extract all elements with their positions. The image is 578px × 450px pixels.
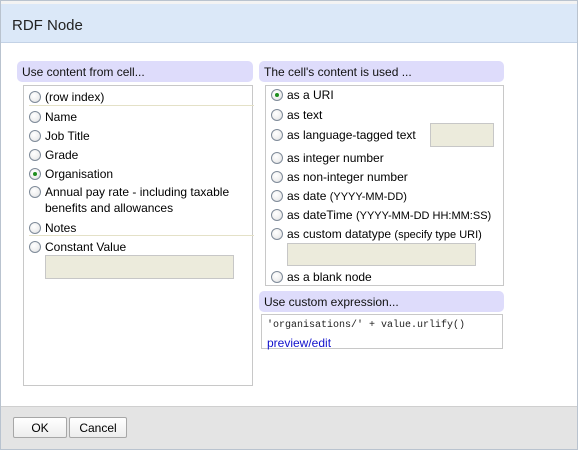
row-index-label: (row index) [45, 90, 105, 104]
constant-value-label: Constant Value [45, 240, 127, 254]
as-text-radio[interactable] [271, 109, 283, 121]
as-date-radio[interactable] [271, 190, 283, 202]
dialog-footer: OK Cancel [1, 406, 577, 449]
as-custom-datatype-radio[interactable] [271, 228, 283, 240]
organisation-radio[interactable] [29, 168, 41, 180]
as-blank-node-radio[interactable] [271, 271, 283, 283]
as-blank-node-label: as a blank node [287, 270, 372, 284]
right-panel-header: The cell's content is used ... [259, 61, 504, 82]
custom-datatype-input[interactable] [287, 243, 476, 266]
notes-radio[interactable] [29, 222, 41, 234]
as-uri-label: as a URI [287, 88, 334, 102]
as-datetime-radio[interactable] [271, 209, 283, 221]
as-date-hint: (YYYY-MM-DD) [329, 191, 407, 203]
expression-header: Use custom expression... [259, 291, 504, 312]
preview-edit-link[interactable]: preview/edit [267, 336, 331, 350]
as-non-integer-number-label: as non-integer number [287, 170, 408, 184]
ok-button[interactable]: OK [13, 417, 67, 438]
as-date-label: as date (YYYY-MM-DD) [287, 189, 407, 204]
as-custom-datatype-hint: (specify type URI) [394, 229, 482, 241]
as-custom-datatype-text: as custom datatype [287, 227, 392, 241]
annual-pay-rate-label: Annual pay rate - including taxable [45, 185, 230, 199]
right-panel-box: as a URI as text as language-tagged text… [265, 85, 504, 286]
as-date-text: as date [287, 189, 327, 203]
annual-pay-rate-radio[interactable] [29, 186, 41, 198]
dialog-title: RDF Node [12, 17, 83, 34]
job-title-radio[interactable] [29, 130, 41, 142]
grade-radio[interactable] [29, 149, 41, 161]
as-text-label: as text [287, 108, 323, 122]
dialog-titlebar[interactable]: RDF Node [1, 4, 577, 43]
language-tag-input[interactable] [430, 123, 494, 147]
expression-text: 'organisations/' + value.urlify() [267, 320, 466, 331]
as-integer-number-label: as integer number [287, 151, 384, 165]
divider [29, 105, 254, 106]
as-datetime-text: as dateTime [287, 208, 353, 222]
rdf-node-dialog: RDF Node Use content from cell... (row i… [0, 0, 578, 450]
constant-value-input[interactable] [45, 255, 234, 279]
name-label: Name [45, 110, 78, 124]
left-panel-header: Use content from cell... [17, 61, 253, 82]
divider [29, 235, 254, 236]
as-non-integer-number-radio[interactable] [271, 171, 283, 183]
grade-label: Grade [45, 148, 79, 162]
as-language-tagged-text-label: as language-tagged text [287, 128, 416, 142]
as-datetime-hint: (YYYY-MM-DD HH:MM:SS) [355, 210, 492, 222]
cancel-button[interactable]: Cancel [69, 417, 127, 438]
organisation-label: Organisation [45, 167, 114, 181]
left-panel-box: (row index) Name Job Title Grade Organis… [23, 85, 254, 386]
as-datetime-label: as dateTime (YYYY-MM-DD HH:MM:SS) [287, 208, 491, 223]
as-uri-radio[interactable] [271, 89, 283, 101]
as-language-tagged-text-radio[interactable] [271, 129, 283, 141]
row-index-radio[interactable] [29, 91, 41, 103]
notes-label: Notes [45, 221, 77, 235]
job-title-label: Job Title [45, 129, 90, 143]
as-integer-number-radio[interactable] [271, 152, 283, 164]
annual-pay-rate-label-line2: benefits and allowances [45, 201, 174, 215]
expression-box: 'organisations/' + value.urlify() previe… [261, 314, 503, 350]
as-custom-datatype-label: as custom datatype (specify type URI) [287, 227, 482, 242]
constant-value-radio[interactable] [29, 241, 41, 253]
name-radio[interactable] [29, 111, 41, 123]
